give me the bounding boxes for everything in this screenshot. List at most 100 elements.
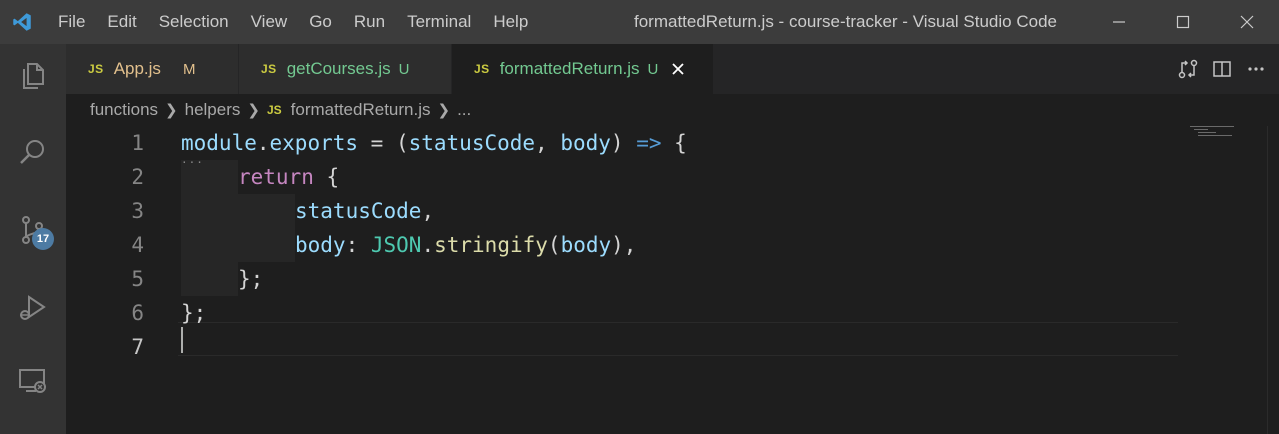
remote-explorer-button[interactable] <box>0 350 66 410</box>
close-tab-button[interactable] <box>668 59 688 79</box>
menu-bar: File Edit Selection View Go Run Terminal… <box>44 0 539 44</box>
js-file-icon: JS <box>474 62 490 76</box>
chevron-right-icon: ❯ <box>247 102 260 119</box>
token-brace: { <box>661 131 687 155</box>
line-number: 6 <box>131 301 144 325</box>
search-button[interactable] <box>0 122 66 182</box>
run-debug-icon <box>20 295 46 320</box>
more-horizontal-icon <box>1248 67 1264 71</box>
remote-explorer-icon <box>19 369 46 393</box>
minimap-line <box>1190 126 1234 127</box>
js-file-icon: JS <box>266 103 282 117</box>
menu-go[interactable]: Go <box>298 0 343 44</box>
source-control-badge: 17 <box>32 228 54 250</box>
search-icon <box>20 140 44 164</box>
line-number: 2 <box>131 165 144 189</box>
token-identifier: module <box>181 131 257 155</box>
menu-file[interactable]: File <box>44 0 96 44</box>
code-line-3: statusCode, <box>295 194 434 228</box>
editor-actions <box>1171 44 1279 94</box>
token-parameter: statusCode <box>408 131 536 155</box>
code-line-1: module.exports = (statusCode, body) => { <box>181 126 687 160</box>
run-debug-button[interactable] <box>0 278 66 338</box>
tab-formattedreturn-js[interactable]: JS formattedReturn.js U <box>452 44 714 94</box>
menu-selection[interactable]: Selection <box>148 0 240 44</box>
token-class: JSON <box>370 233 422 257</box>
tab-label: formattedReturn.js <box>499 59 640 78</box>
indent-guide <box>181 160 238 296</box>
code-line-6: }; <box>181 301 207 325</box>
tab-app-js[interactable]: JS App.js M <box>66 44 239 94</box>
tab-modified-status: M <box>182 60 196 78</box>
menu-run[interactable]: Run <box>343 0 396 44</box>
minimap-line <box>1198 135 1232 136</box>
tab-untracked-status: U <box>647 60 659 78</box>
vscode-logo-icon[interactable] <box>0 0 44 44</box>
compare-changes-icon <box>1178 59 1198 79</box>
folding-marker: ··· <box>181 156 204 169</box>
token-punctuation: ( <box>547 233 561 257</box>
token-property: body <box>295 233 346 257</box>
line-number: 4 <box>131 233 144 257</box>
window-controls <box>1087 0 1279 44</box>
explorer-icon <box>23 63 44 89</box>
token-punctuation: : <box>345 233 371 257</box>
explorer-button[interactable] <box>0 46 66 106</box>
token-identifier: exports <box>269 131 359 155</box>
tab-label: getCourses.js <box>286 59 391 78</box>
breadcrumb-functions[interactable]: functions <box>90 100 158 120</box>
minimap[interactable] <box>1188 126 1268 166</box>
split-editor-button[interactable] <box>1205 52 1239 86</box>
chevron-right-icon: ❯ <box>437 102 451 119</box>
token-identifier: body <box>560 233 612 257</box>
open-changes-button[interactable] <box>1171 52 1205 86</box>
breadcrumb-symbols[interactable]: ... <box>457 100 471 120</box>
indent-guide <box>238 194 295 262</box>
token-punctuation: ) <box>610 131 637 155</box>
maximize-icon <box>1176 15 1190 29</box>
token-punctuation: , <box>535 131 561 155</box>
tab-untracked-status: U <box>398 60 410 78</box>
token-operator: = ( <box>358 131 409 155</box>
token-function: stringify <box>434 233 548 257</box>
js-file-icon: JS <box>261 62 277 76</box>
menu-terminal[interactable]: Terminal <box>396 0 482 44</box>
tab-getcourses-js[interactable]: JS getCourses.js U <box>239 44 452 94</box>
minimap-line <box>1194 129 1208 130</box>
menu-view[interactable]: View <box>240 0 299 44</box>
line-number: 5 <box>131 267 144 291</box>
minimize-button[interactable] <box>1087 0 1151 44</box>
code-line-5: }; <box>238 267 264 291</box>
minimap-line <box>1198 132 1216 133</box>
close-icon <box>1240 15 1254 29</box>
js-file-icon: JS <box>88 62 104 76</box>
source-control-button[interactable]: 17 <box>0 200 66 260</box>
breadcrumb-file[interactable]: formattedReturn.js <box>291 100 431 120</box>
token-punctuation: , <box>421 199 435 223</box>
text-cursor <box>181 327 183 353</box>
maximize-button[interactable] <box>1151 0 1215 44</box>
tab-bar: JS App.js M JS getCourses.js U JS format… <box>66 44 1279 94</box>
chevron-right-icon: ❯ <box>165 102 178 119</box>
current-line-highlight <box>178 322 1178 356</box>
token-brace: { <box>313 165 340 189</box>
token-arrow: => <box>636 131 662 155</box>
token-punctuation: . <box>256 131 270 155</box>
vertical-scrollbar[interactable] <box>1267 126 1279 434</box>
close-icon <box>672 63 685 75</box>
menu-edit[interactable]: Edit <box>96 0 147 44</box>
more-actions-button[interactable] <box>1239 52 1273 86</box>
minimize-icon <box>1113 21 1125 23</box>
token-parameter: body <box>560 131 611 155</box>
split-editor-icon <box>1213 61 1231 77</box>
menu-help[interactable]: Help <box>482 0 539 44</box>
code-editor[interactable]: 1 2 3 4 5 6 7 module.exports = (statusCo… <box>66 126 1279 434</box>
title-bar: File Edit Selection View Go Run Terminal… <box>0 0 1279 44</box>
code-line-4: body: JSON.stringify(body), <box>295 228 636 262</box>
token-punctuation: . <box>421 233 435 257</box>
close-window-button[interactable] <box>1215 0 1279 44</box>
tab-label: App.js <box>113 59 161 78</box>
breadcrumb-helpers[interactable]: helpers <box>185 100 241 120</box>
line-number: 3 <box>131 199 144 223</box>
window-title: formattedReturn.js - course-tracker - Vi… <box>634 12 1057 31</box>
